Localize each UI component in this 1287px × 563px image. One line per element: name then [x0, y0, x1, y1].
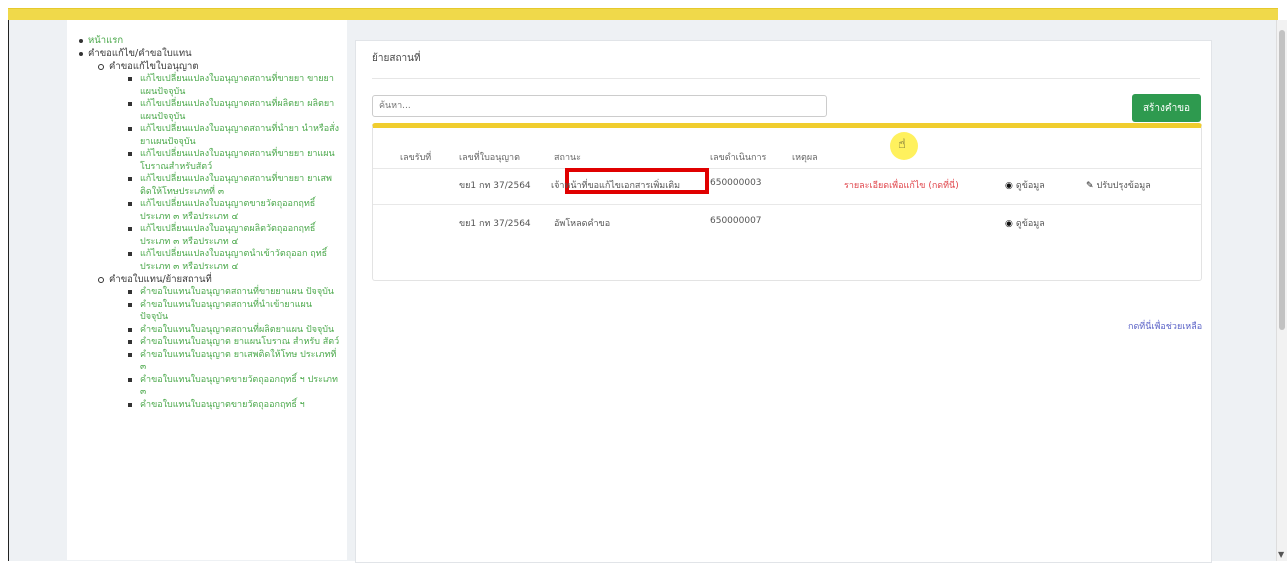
bullet-icon — [79, 52, 83, 56]
edit-label[interactable]: ปรับปรุงข้อมูล — [1097, 181, 1151, 191]
sidebar-item-replace-3[interactable]: คำขอใบแทนใบอนุญาตสถานที่ผลิตยาแผน ปัจจุบ… — [67, 324, 347, 337]
square-bullet-icon — [128, 227, 132, 231]
detail-fix-link[interactable]: รายละเอียดเพื่อแก้ไข (กดที่นี่) — [844, 178, 959, 192]
sidebar-item-label[interactable]: คำขอใบแทนใบอนุญาต ยาเสพติดให้โทษ ประเภทท… — [140, 350, 336, 373]
sidebar-item-edit-8[interactable]: แก้ไขเปลี่ยนแปลงใบอนุญาตนำเข้าวัตถุออก ฤ… — [67, 248, 347, 273]
sidebar-item-label[interactable]: คำขอใบแทนใบอนุญาตสถานที่ผลิตยาแผน ปัจจุบ… — [140, 325, 334, 335]
sidebar-item-label[interactable]: แก้ไขเปลี่ยนแปลงใบอนุญาตสถานที่ขายยา ยาเ… — [140, 174, 332, 197]
sidebar-item-label[interactable]: คำขอใบแทนใบอนุญาตขายวัตถุออกฤทธิ์ ฯ ประเ… — [140, 375, 338, 398]
sidebar-item-home[interactable]: หน้าแรก — [67, 34, 347, 47]
cell-process-no: 650000007 — [710, 216, 762, 226]
view-label[interactable]: ดูข้อมูล — [1016, 219, 1045, 229]
square-bullet-icon — [128, 102, 132, 106]
sidebar-item-replace-6[interactable]: คำขอใบแทนใบอนุญาตขายวัตถุออกฤทธิ์ ฯ ประเ… — [67, 374, 347, 399]
eye-icon: ◉ — [1005, 219, 1013, 229]
sidebar-item-edit-7[interactable]: แก้ไขเปลี่ยนแปลงใบอนุญาตผลิตวัตถุออกฤทธิ… — [67, 223, 347, 248]
sidebar-item-label[interactable]: แก้ไขเปลี่ยนแปลงใบอนุญาตสถานที่ผลิตยา ผล… — [140, 99, 334, 122]
sidebar: หน้าแรก คำขอแก้ไข/คำขอใบแทน คำขอแก้ไขใบอ… — [67, 20, 347, 560]
sidebar-item-edit-5[interactable]: แก้ไขเปลี่ยนแปลงใบอนุญาตสถานที่ขายยา ยาเ… — [67, 173, 347, 198]
sidebar-item-label[interactable]: แก้ไขเปลี่ยนแปลงใบอนุญาตขายวัตถุออกฤทธิ์… — [140, 199, 315, 222]
circle-bullet-icon — [98, 277, 104, 283]
cell-status: อัพโหลดคำขอ — [554, 219, 611, 229]
square-bullet-icon — [128, 377, 132, 382]
sidebar-group-label: คำขอแก้ไข/คำขอใบแทน — [88, 48, 192, 59]
create-request-button[interactable]: สร้างคำขอ — [1132, 94, 1201, 122]
sidebar-item-label[interactable]: หน้าแรก — [88, 35, 123, 46]
square-bullet-icon — [128, 327, 132, 332]
scrollbar-thumb[interactable] — [1279, 30, 1285, 330]
cell-license-no: ขย1 กท 37/2564 — [459, 219, 531, 229]
column-header: เลขดำเนินการ — [710, 153, 767, 163]
cell-status: เจ้าหน้าที่ขอแก้ไขเอกสารเพิ่มเติม — [551, 181, 681, 191]
sidebar-item-label[interactable]: คำขอใบแทนใบอนุญาตสถานที่นำเข้ายาแผน ปัจจ… — [140, 300, 312, 323]
square-bullet-icon — [128, 177, 132, 181]
help-link[interactable]: กดที่นี่เพื่อช่วยเหลือ — [1128, 319, 1202, 333]
square-bullet-icon — [128, 302, 132, 307]
column-header: เลขรับที่ — [400, 153, 432, 163]
row-divider — [373, 204, 1201, 205]
sidebar-item-label[interactable]: แก้ไขเปลี่ยนแปลงใบอนุญาตสถานที่นำยา นำหร… — [140, 124, 339, 147]
sidebar-item-edit-4[interactable]: แก้ไขเปลี่ยนแปลงใบอนุญาตสถานที่ขายยา ยาแ… — [67, 148, 347, 173]
sidebar-item-edit-2[interactable]: แก้ไขเปลี่ยนแปลงใบอนุญาตสถานที่ผลิตยา ผล… — [67, 98, 347, 123]
sidebar-item-label[interactable]: แก้ไขเปลี่ยนแปลงใบอนุญาตสถานที่ขายยา ขาย… — [140, 74, 334, 97]
square-bullet-icon — [128, 402, 132, 407]
sidebar-item-replace-1[interactable]: คำขอใบแทนใบอนุญาตสถานที่ขายยาแผน ปัจจุบั… — [67, 286, 347, 299]
title-divider — [372, 78, 1200, 79]
sidebar-subgroup-label: คำขอแก้ไขใบอนุญาต — [109, 61, 199, 72]
eye-icon: ◉ — [1005, 181, 1013, 191]
square-bullet-icon — [128, 152, 132, 156]
sidebar-item-label[interactable]: คำขอใบแทนใบอนุญาต ยาแผนโบราณ สำหรับ สัตว… — [140, 337, 339, 347]
sidebar-item-edit-1[interactable]: แก้ไขเปลี่ยนแปลงใบอนุญาตสถานที่ขายยา ขาย… — [67, 73, 347, 98]
sidebar-group-edit-replace: คำขอแก้ไข/คำขอใบแทน — [67, 47, 347, 60]
cell-process-no: 650000003 — [710, 178, 762, 188]
sidebar-item-label[interactable]: แก้ไขเปลี่ยนแปลงใบอนุญาตผลิตวัตถุออกฤทธิ… — [140, 224, 315, 247]
sidebar-item-replace-7[interactable]: คำขอใบแทนใบอนุญาตขายวัตถุออกฤทธิ์ ฯ — [67, 399, 347, 412]
cell-license-no: ขย1 กท 37/2564 — [459, 181, 531, 191]
sidebar-item-label[interactable]: แก้ไขเปลี่ยนแปลงใบอนุญาตสถานที่ขายยา ยาแ… — [140, 149, 335, 172]
view-label[interactable]: ดูข้อมูล — [1016, 181, 1045, 191]
row-divider — [373, 168, 1201, 169]
sidebar-subgroup-replace: คำขอใบแทน/ย้ายสถานที่ — [67, 273, 347, 286]
sidebar-item-replace-4[interactable]: คำขอใบแทนใบอนุญาต ยาแผนโบราณ สำหรับ สัตว… — [67, 336, 347, 349]
square-bullet-icon — [128, 352, 132, 357]
square-bullet-icon — [128, 290, 132, 294]
scroll-down-icon[interactable]: ▼ — [1278, 550, 1284, 559]
circle-bullet-icon — [98, 64, 104, 70]
view-data-link[interactable]: ◉ ดูข้อมูล — [1005, 216, 1045, 230]
requests-table: เลขรับที่ เลขที่ใบอนุญาต สถานะ เลขดำเนิน… — [372, 123, 1202, 281]
sidebar-item-label[interactable]: คำขอใบแทนใบอนุญาตขายวัตถุออกฤทธิ์ ฯ — [140, 400, 305, 410]
sidebar-subgroup-edit-license: คำขอแก้ไขใบอนุญาต — [67, 60, 347, 73]
edit-data-link[interactable]: ✎ ปรับปรุงข้อมูล — [1086, 178, 1151, 192]
sidebar-item-label[interactable]: คำขอใบแทนใบอนุญาตสถานที่ขายยาแผน ปัจจุบั… — [140, 287, 334, 297]
sidebar-item-label[interactable]: แก้ไขเปลี่ยนแปลงใบอนุญาตนำเข้าวัตถุออก ฤ… — [140, 249, 327, 272]
square-bullet-icon — [128, 77, 132, 81]
vertical-scrollbar[interactable]: ▼ — [1276, 20, 1287, 561]
square-bullet-icon — [128, 340, 132, 344]
square-bullet-icon — [128, 202, 132, 206]
view-data-link[interactable]: ◉ ดูข้อมูล — [1005, 178, 1045, 192]
sidebar-item-edit-3[interactable]: แก้ไขเปลี่ยนแปลงใบอนุญาตสถานที่นำยา นำหร… — [67, 123, 347, 148]
bullet-icon — [79, 39, 83, 43]
sidebar-subgroup-label: คำขอใบแทน/ย้ายสถานที่ — [109, 274, 212, 285]
main-card: ย้ายสถานที่ สร้างคำขอ เลขรับที่ เลขที่ใบ… — [355, 40, 1212, 563]
sidebar-item-replace-2[interactable]: คำขอใบแทนใบอนุญาตสถานที่นำเข้ายาแผน ปัจจ… — [67, 299, 347, 324]
column-header: สถานะ — [554, 153, 581, 163]
sidebar-item-edit-6[interactable]: แก้ไขเปลี่ยนแปลงใบอนุญาตขายวัตถุออกฤทธิ์… — [67, 198, 347, 223]
page-title: ย้ายสถานที่ — [372, 53, 421, 64]
sidebar-item-replace-5[interactable]: คำขอใบแทนใบอนุญาต ยาเสพติดให้โทษ ประเภทท… — [67, 349, 347, 374]
pencil-icon: ✎ — [1086, 181, 1094, 191]
square-bullet-icon — [128, 252, 132, 256]
column-header: เลขที่ใบอนุญาต — [459, 153, 520, 163]
column-header: เหตุผล — [792, 153, 818, 163]
search-input[interactable] — [372, 95, 827, 117]
square-bullet-icon — [128, 127, 132, 131]
hand-cursor-icon: ☝ — [898, 137, 906, 152]
